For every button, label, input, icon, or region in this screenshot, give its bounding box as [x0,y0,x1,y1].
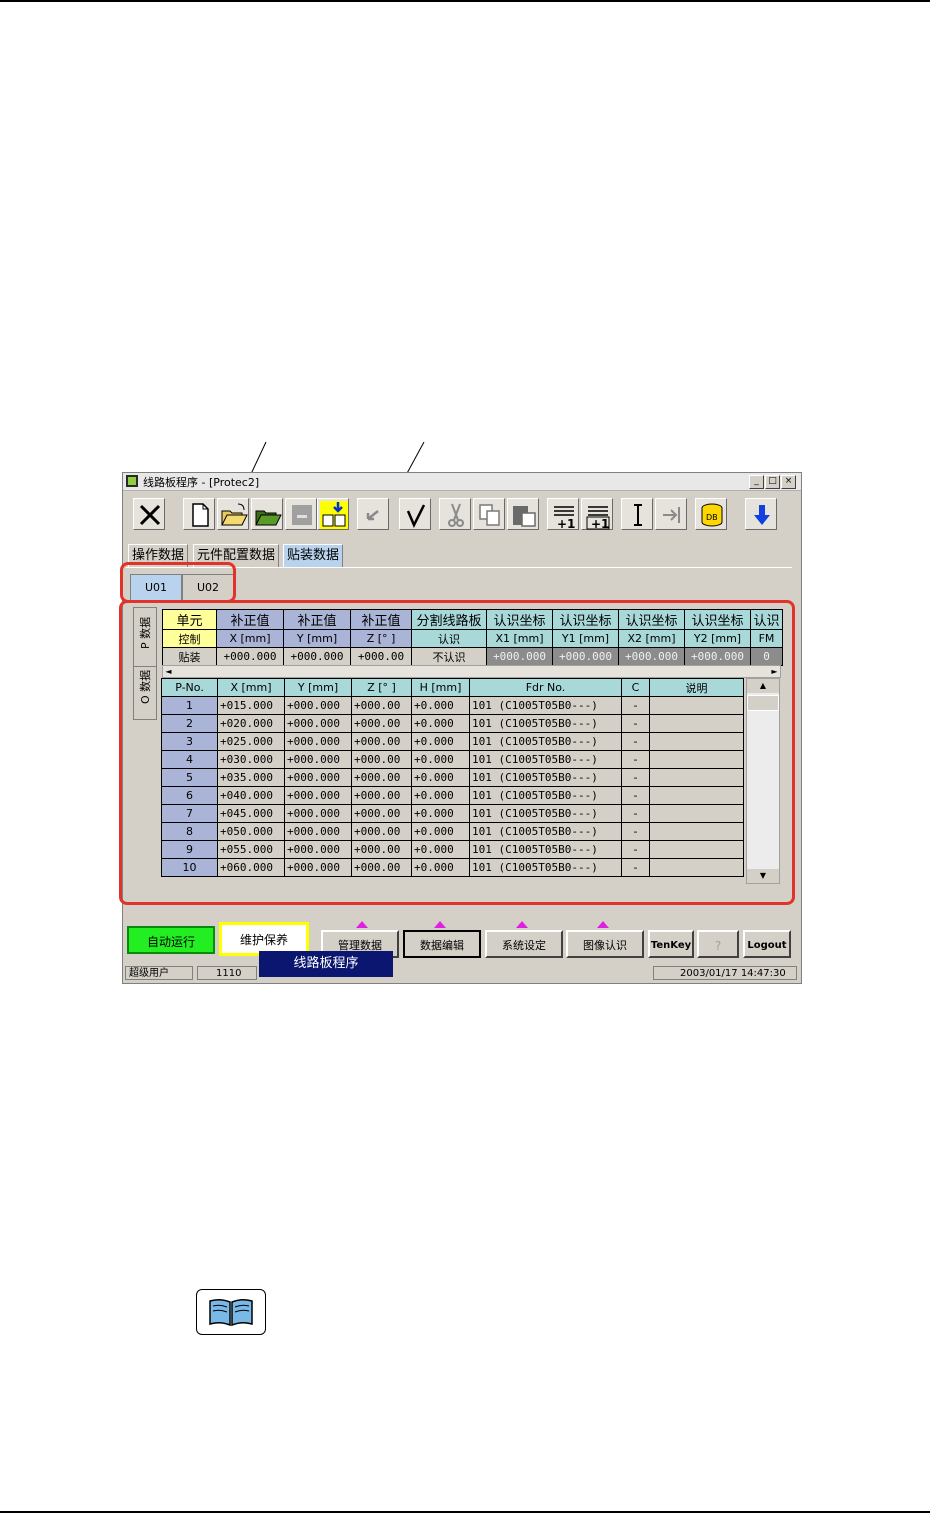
status-code: 1110 [197,966,257,980]
system-settings-button[interactable]: 系统设定 [485,930,563,958]
unit-tabs-highlight [120,562,236,603]
svg-text:+1: +1 [557,517,575,531]
new-file-icon[interactable] [183,498,215,530]
paste-icon[interactable] [507,498,539,530]
goto-end-icon[interactable] [655,498,687,530]
minimize-button[interactable]: _ [749,475,764,489]
book-icon [196,1289,266,1335]
open-folder-icon[interactable] [217,498,249,530]
close-x-icon[interactable] [133,498,165,530]
down-arrow-icon[interactable] [745,498,777,530]
popup-label: 线路板程序 [259,951,393,977]
cursor-i-icon[interactable] [621,498,653,530]
tab-mount-data[interactable]: 贴装数据 [283,544,344,567]
data-edit-button[interactable]: 数据编辑 [403,930,481,958]
app-icon [126,475,138,487]
image-recognition-button[interactable]: 图像认识 [566,930,644,958]
save-disabled-icon[interactable] [285,498,317,530]
svg-text:DB: DB [706,513,718,522]
maximize-button[interactable]: □ [765,475,780,489]
cut-icon[interactable] [439,498,471,530]
tenkey-button[interactable]: TenKey [648,930,694,958]
undo-icon[interactable] [357,498,389,530]
help-icon[interactable]: ? [697,930,739,958]
title-bar: 线路板程序 - [Protec2] _ □ × [123,473,801,491]
marker-icon [597,921,609,928]
insert-row-plus-icon[interactable]: +1 [547,498,579,531]
open-folder-2-icon[interactable] [251,498,283,530]
logout-button[interactable]: Logout [743,930,791,958]
marker-icon [516,921,528,928]
marker-icon [356,921,368,928]
data-area-highlight [119,600,795,905]
status-user: 超级用户 [125,966,193,980]
svg-text:+1: +1 [591,517,609,531]
save-as-icon[interactable] [317,498,349,530]
db-icon[interactable]: DB [695,498,727,530]
copy-icon[interactable] [473,498,505,530]
close-window-button[interactable]: × [781,475,796,489]
marker-icon [434,921,446,928]
check-icon[interactable] [399,498,431,530]
auto-run-button[interactable]: 自动运行 [127,926,215,954]
status-datetime: 2003/01/17 14:47:30 [653,966,797,980]
add-row-plus-icon[interactable]: +1 [581,498,613,531]
window-title: 线路板程序 - [Protec2] [143,476,260,489]
